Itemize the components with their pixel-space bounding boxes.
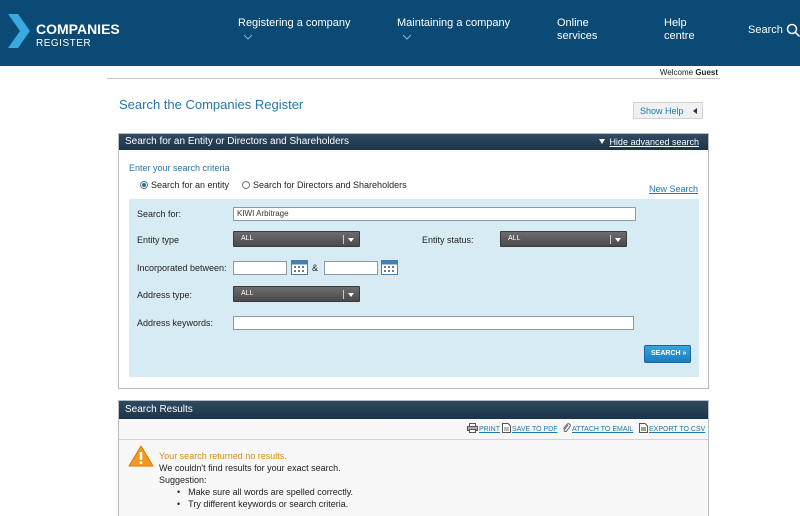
entity-type-value: ALL — [241, 235, 254, 242]
nav-maintaining-a-company[interactable]: Maintaining a company — [397, 17, 510, 41]
search-panel-title: Search for an Entity or Directors and Sh… — [125, 136, 349, 147]
results-divider — [119, 439, 708, 440]
nav-label: Maintaining a company — [397, 17, 511, 29]
select-divider — [610, 235, 611, 244]
welcome-bar: Welcome Guest — [107, 65, 720, 79]
address-type-select[interactable]: ALL — [233, 286, 360, 302]
radio-button[interactable] — [242, 181, 250, 189]
dropdown-arrow-icon — [348, 293, 354, 297]
companies-register-logo[interactable]: COMPANIES REGISTER — [6, 12, 120, 52]
suggestion-item: Make sure all words are spelled correctl… — [177, 487, 353, 497]
entity-status-label: Entity status: — [422, 235, 474, 245]
select-divider — [343, 290, 344, 299]
results-panel: Search Results PRINT SAVE TO PDF ATTACH … — [118, 400, 709, 516]
results-panel-title: Search Results — [125, 404, 193, 415]
printer-icon — [467, 423, 478, 433]
attach-to-email-link[interactable]: ATTACH TO EMAIL — [562, 423, 633, 433]
logo-subtitle: REGISTER — [36, 38, 92, 49]
radio-directors-label: Search for Directors and Shareholders — [253, 180, 407, 190]
nav-help-centre[interactable]: Help centre — [664, 17, 704, 43]
criteria-label: Enter your search criteria — [129, 163, 230, 173]
logo-chevron-icon — [8, 14, 30, 48]
entity-status-select[interactable]: ALL — [500, 231, 627, 247]
radio-search-entity[interactable]: Search for an entity — [140, 180, 229, 190]
calendar-icon[interactable] — [381, 260, 398, 275]
chevron-down-icon — [244, 34, 252, 40]
address-keywords-label: Address keywords: — [137, 318, 214, 328]
export-document-icon — [639, 423, 648, 433]
nav-online-services[interactable]: Online services — [557, 17, 607, 43]
address-type-label: Address type: — [137, 290, 193, 300]
show-help-button[interactable]: Show Help — [633, 102, 703, 119]
incorporated-from-input[interactable] — [233, 261, 287, 275]
dropdown-arrow-icon — [348, 238, 354, 242]
chevron-down-icon — [403, 34, 411, 40]
address-keywords-input[interactable] — [233, 316, 634, 330]
nav-label: Registering a company — [238, 17, 351, 29]
nav-label: Online services — [557, 17, 598, 42]
suggestion-item: Try different keywords or search criteri… — [177, 499, 348, 509]
search-for-input[interactable]: KIWI Arbitrage — [233, 207, 636, 221]
search-icon[interactable] — [786, 23, 800, 37]
logo-title: COMPANIES — [36, 21, 120, 37]
dropdown-arrow-icon — [615, 238, 621, 242]
header-search-link[interactable]: Search — [748, 24, 783, 36]
triangle-left-icon — [693, 108, 697, 114]
page-title: Search the Companies Register — [119, 97, 304, 112]
search-button[interactable]: SEARCH » — [644, 345, 691, 363]
suggestion-label: Suggestion: — [159, 475, 207, 485]
welcome-text: Welcome Guest — [659, 68, 718, 77]
no-results-title: Your search returned no results. — [159, 451, 287, 461]
nav-registering-a-company[interactable]: Registering a company — [238, 17, 351, 41]
save-to-pdf-link[interactable]: SAVE TO PDF — [502, 423, 558, 433]
save-document-icon — [502, 423, 511, 433]
search-panel-header: Search for an Entity or Directors and Sh… — [119, 134, 708, 150]
incorporated-between-label: Incorporated between: — [137, 263, 227, 273]
search-panel: Search for an Entity or Directors and Sh… — [118, 133, 709, 389]
entity-status-value: ALL — [508, 235, 521, 242]
search-form: Search for: KIWI Arbitrage Entity type A… — [129, 199, 699, 377]
triangle-down-icon — [599, 139, 606, 144]
radio-entity-label: Search for an entity — [151, 180, 230, 190]
ampersand: & — [312, 263, 319, 273]
calendar-icon[interactable] — [291, 260, 308, 275]
welcome-user: Guest — [695, 68, 718, 77]
select-divider — [343, 235, 344, 244]
warning-icon — [128, 445, 154, 467]
top-navigation-bar: COMPANIES REGISTER Registering a company… — [0, 0, 800, 66]
address-type-value: ALL — [241, 290, 254, 297]
print-link[interactable]: PRINT — [467, 423, 500, 433]
new-search-link[interactable]: New Search — [649, 184, 698, 194]
no-results-message: We couldn't find results for your exact … — [159, 463, 341, 473]
hide-advanced-search-link[interactable]: Hide advanced search — [599, 137, 699, 147]
results-panel-header: Search Results — [119, 401, 708, 419]
radio-search-directors[interactable]: Search for Directors and Shareholders — [242, 180, 407, 190]
entity-type-select[interactable]: ALL — [233, 231, 360, 247]
radio-button-selected[interactable] — [140, 181, 148, 189]
entity-type-label: Entity type — [137, 235, 180, 245]
export-to-csv-link[interactable]: EXPORT TO CSV — [639, 423, 705, 433]
incorporated-to-input[interactable] — [324, 261, 378, 275]
nav-label: Help centre — [664, 17, 695, 42]
paperclip-icon — [563, 423, 571, 433]
search-for-label: Search for: — [137, 209, 182, 219]
show-help-label: Show Help — [640, 106, 684, 116]
